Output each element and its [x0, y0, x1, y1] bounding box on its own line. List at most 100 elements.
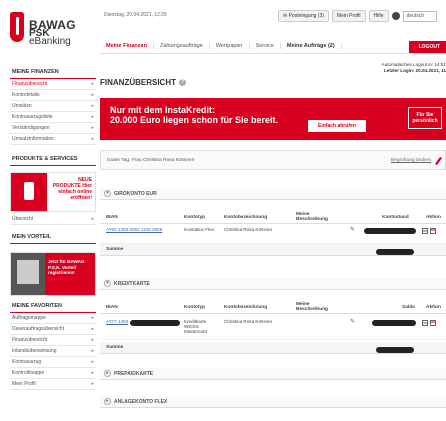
sidebar-item-label: Finanzübersicht [12, 81, 48, 87]
sidebar-item-label: Kontoauszugsliste [12, 114, 53, 120]
chevron-right-icon: ▸ [91, 125, 94, 131]
help-link[interactable]: Hilfe [368, 10, 389, 22]
giro-summe-row: Summe [100, 244, 446, 256]
transfer-icon[interactable] [422, 320, 428, 326]
banner-cta-button[interactable]: Einfach abrufen [308, 120, 366, 132]
col-beschreibung: Meine Beschreibung [296, 212, 328, 222]
sidebar-item-finanzuebersicht[interactable]: Finanzübersicht ▸ [10, 79, 96, 90]
section-anlagekonto[interactable]: ▸ ANLAGEKONTO FLEX [100, 396, 446, 408]
page-title: FINANZÜBERSICHT? [100, 78, 186, 87]
section-prepaidkarte[interactable]: ▸ PREPAIDKARTE [100, 368, 446, 380]
nav-zahlungsauftraege[interactable]: Zahlungsaufträge [154, 42, 210, 49]
sidebar-head-finanzen: MEINE FINANZEN [10, 66, 96, 79]
nav-wertpapier[interactable]: Wertpapier [210, 42, 250, 49]
postbox-link[interactable]: ✉ Posteingang (3) [278, 10, 329, 22]
sidebar-head-produkte: PRODUKTE & SERVICES [10, 153, 96, 166]
favorite-label: Kontrollmappe [12, 370, 45, 376]
col-kontotyp: Kontotyp [184, 215, 206, 220]
details-icon[interactable] [430, 228, 436, 234]
favorite-label: Dauerauftragsübersicht [12, 326, 64, 332]
instakredit-banner[interactable]: Nur mit dem InstaKredit: 20.000 Euro lie… [100, 98, 446, 140]
sidebar-head-favoriten: MEINE FAVORITEN [10, 300, 96, 313]
card-name: Christina Rosa Kössner [224, 319, 273, 324]
chevron-right-icon: ▸ [91, 326, 94, 332]
card-type: Kreditkarte WEISS Mastercard [184, 319, 207, 334]
card-iban-link[interactable]: AT77 1400 [106, 319, 128, 324]
favorite-label: Kontoauszug [12, 359, 42, 365]
section-title: PREPAIDKARTE [114, 371, 154, 377]
promo-vorteil-text: Jetzt für BAWAG P.S.K. Vorteil registrie… [45, 253, 95, 295]
col-aktion: Aktion [426, 215, 441, 220]
edit-description-icon[interactable]: ✎ [350, 318, 355, 325]
top-links: ✉ Posteingang (3) Mein Profil Hilfe deut… [278, 10, 437, 22]
redacted-sum [376, 347, 414, 353]
change-greeting-link[interactable]: Begrüßung ändern [391, 158, 431, 163]
sidebar-item-umsatzinformation[interactable]: Umsatzinformation ▸ [10, 134, 96, 145]
banner-line-2: 20.000 Euro liegen schon für Sie bereit. [110, 115, 279, 125]
favorite-item[interactable]: Mein Profil ▸ [10, 379, 96, 390]
kredit-table-header: IBAN Kontotyp Kontobezeichnung Meine Bes… [100, 302, 446, 314]
profile-link[interactable]: Mein Profil [331, 10, 366, 22]
account-name: Christina Rosa Kössner [224, 227, 273, 232]
promo-text: NEUE PRODUKTE Hier einfach online eröffn… [52, 177, 92, 201]
sidebar-item-verstaendigungen[interactable]: Verständigungen ▸ [10, 123, 96, 134]
col-kontostand: Kontostand [382, 215, 409, 220]
chevron-right-icon: ▸ [91, 136, 94, 142]
edit-description-icon[interactable]: ✎ [350, 226, 355, 233]
section-girokonto[interactable]: ▾ GIROKONTO EUR [100, 188, 446, 200]
section-title: GIROKONTO EUR [114, 191, 157, 197]
nav-service[interactable]: Service [250, 42, 281, 49]
chevron-right-icon: ▸ [91, 370, 94, 376]
section-kreditkarte[interactable]: ▾ KREDITKARTE [100, 278, 446, 290]
logo-line-3: eBanking [29, 36, 71, 47]
table-row[interactable]: AT77 1400 Kreditkarte WEISS Mastercard C… [100, 316, 446, 340]
favorite-item[interactable]: Kontoauszug ▸ [10, 357, 96, 368]
chevron-right-icon: ▸ [91, 381, 94, 387]
col-iban: IBAN [106, 305, 118, 310]
nav-meine-auftraege[interactable]: Meine Aufträge (2) [281, 42, 342, 49]
favorite-item[interactable]: Kontrollmappe ▸ [10, 368, 96, 379]
main-nav: Meine Finanzen Zahlungsaufträge Wertpapi… [100, 38, 446, 54]
details-icon[interactable] [430, 320, 436, 326]
nav-meine-finanzen[interactable]: Meine Finanzen [100, 42, 154, 49]
expand-icon: ▸ [104, 398, 111, 405]
favorite-item[interactable]: Finanzübersicht ▸ [10, 335, 96, 346]
chevron-right-icon: ▸ [91, 114, 94, 120]
page-title-text: FINANZÜBERSICHT [100, 78, 176, 87]
table-row[interactable]: AT50 1400 0050 1105 0059 KontoBox Flex C… [100, 224, 446, 244]
help-icon[interactable]: ? [179, 79, 186, 87]
favorite-item[interactable]: Dauerauftragsübersicht ▸ [10, 324, 96, 335]
chevron-right-icon: ▸ [91, 315, 94, 321]
sidebar-item-label: Übersicht [12, 216, 34, 222]
sidebar-item-kontoauszugsliste[interactable]: Kontoauszugsliste ▸ [10, 112, 96, 123]
sidebar-item-kontodetails[interactable]: Kontodetails ▸ [10, 90, 96, 101]
chevron-right-icon: ▸ [91, 359, 94, 365]
redacted-balance [364, 228, 416, 234]
col-aktion: Aktion [426, 305, 441, 310]
sidebar-item-label: Umsatzinformation [12, 136, 54, 142]
transfer-icon[interactable] [422, 228, 428, 234]
redacted-sum [376, 249, 414, 255]
login-info: Automatisches Logout in: 14:51 Letzter L… [382, 62, 446, 74]
logout-button[interactable]: LOGOUT [408, 41, 446, 53]
col-kontotyp: Kontotyp [184, 305, 206, 310]
banner-side-label: Für Sie persönlich [408, 107, 442, 129]
col-saldo: Saldo [402, 305, 416, 310]
sidebar-item-label: Umsätze [12, 103, 32, 109]
bawag-logo[interactable]: BAWAG PSK eBanking [10, 12, 92, 50]
collapse-icon: ▾ [104, 190, 111, 197]
redacted-iban [130, 320, 180, 326]
account-iban-link[interactable]: AT50 1400 0050 1105 0059 [106, 227, 162, 232]
promo-vorteil[interactable]: Jetzt für BAWAG P.S.K. Vorteil registrie… [10, 252, 96, 296]
summe-label: Summe [106, 345, 124, 350]
collapse-icon: ▾ [104, 280, 111, 287]
sidebar-item-umsaetze[interactable]: Umsätze ▸ [10, 101, 96, 112]
section-title: KREDITKARTE [114, 281, 150, 287]
favorite-item[interactable]: Auftragsmappe ▸ [10, 313, 96, 324]
col-beschreibung: Meine Beschreibung [296, 302, 328, 312]
language-select[interactable]: deutsch [402, 10, 437, 22]
promo-new-products[interactable]: NEUE PRODUKTE Hier einfach online eröffn… [10, 172, 96, 212]
promo-vorteil-image [11, 253, 45, 295]
sidebar-item-uebersicht[interactable]: Übersicht ▸ [10, 214, 96, 225]
favorite-item[interactable]: Inlandsüberweisung ▸ [10, 346, 96, 357]
